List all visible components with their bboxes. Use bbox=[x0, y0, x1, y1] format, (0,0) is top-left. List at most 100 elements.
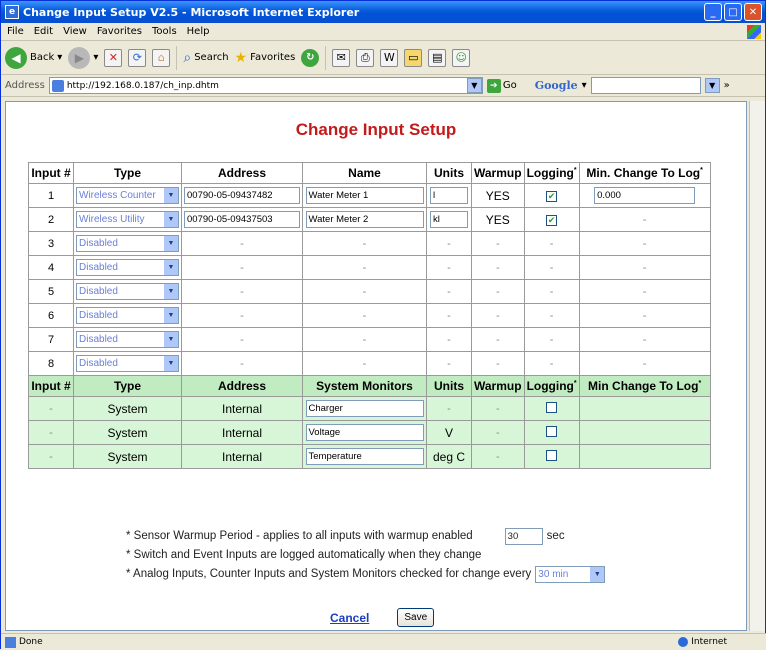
chevron-down-icon[interactable]: ▼ bbox=[466, 78, 482, 93]
min-change-cell bbox=[578, 420, 711, 445]
units-value: - bbox=[426, 396, 472, 421]
type-select-value: Wireless Counter bbox=[79, 190, 156, 201]
chevron-down-icon[interactable]: ▼ bbox=[704, 78, 720, 93]
min-change-value: - bbox=[578, 327, 711, 352]
min-change-cell bbox=[578, 444, 711, 469]
type-select[interactable]: Disabled ▼ bbox=[76, 235, 179, 252]
forward-arrow-icon: ▶ bbox=[68, 46, 91, 69]
type-select[interactable]: Disabled ▼ bbox=[76, 259, 179, 276]
go-label: Go bbox=[502, 80, 517, 91]
name-field[interactable]: Water Meter 1 bbox=[305, 187, 424, 204]
google-logo[interactable]: Google bbox=[535, 79, 578, 92]
min-change-value: - bbox=[578, 351, 711, 376]
minimize-button[interactable]: _ bbox=[704, 3, 722, 21]
folder-icon[interactable]: ▭ bbox=[404, 48, 423, 67]
ie-logo-icon: e bbox=[5, 5, 19, 19]
menu-file[interactable]: File bbox=[7, 26, 24, 37]
google-search-input[interactable] bbox=[590, 77, 701, 94]
stop-icon[interactable]: ✕ bbox=[104, 48, 123, 67]
table-row: 3 Disabled ▼ - - - - - - bbox=[28, 231, 711, 256]
type-select[interactable]: Wireless Utility ▼ bbox=[76, 211, 179, 228]
dropdown-arrow-icon[interactable]: ▾ bbox=[93, 52, 98, 63]
mail-icon[interactable]: ✉ bbox=[332, 48, 351, 67]
toolbar: ◀ Back ▾ ▶ ▾ ✕ ⟳ ⌂ ⌕ Search ★ Favorites ↻ ✉ ⎙… bbox=[1, 41, 765, 75]
type-select[interactable]: Wireless Counter ▼ bbox=[76, 187, 179, 204]
chevron-right-icon[interactable]: » bbox=[724, 80, 730, 91]
address-value: - bbox=[181, 255, 303, 280]
logging-checkbox[interactable] bbox=[546, 425, 558, 437]
units-value: - bbox=[426, 255, 472, 280]
menu-help[interactable]: Help bbox=[187, 26, 210, 37]
logging-checkbox[interactable]: ✔ bbox=[546, 214, 558, 226]
address-bar: Address http://192.168.0.187/ch_inp.dhtm… bbox=[1, 75, 765, 97]
input-num: 6 bbox=[28, 303, 74, 328]
edit-icon[interactable]: W bbox=[380, 48, 399, 67]
address-field[interactable]: 00790-05-09437503 bbox=[184, 211, 300, 228]
chevron-down-icon: ▼ bbox=[164, 236, 178, 251]
units-field[interactable]: kl bbox=[430, 211, 468, 228]
type-select[interactable]: Disabled ▼ bbox=[76, 283, 179, 300]
cancel-link[interactable]: Cancel bbox=[330, 611, 369, 625]
monitor-name-field[interactable]: Temperature bbox=[305, 448, 424, 465]
warmup-period-field[interactable]: 30 bbox=[504, 528, 543, 545]
chevron-down-icon: ▼ bbox=[164, 356, 178, 371]
messenger-icon[interactable]: ☺ bbox=[452, 48, 471, 67]
type-select-value: Disabled bbox=[79, 262, 118, 273]
logging-value: - bbox=[523, 303, 580, 328]
min-change-field[interactable]: 0.000 bbox=[594, 187, 696, 204]
vertical-scrollbar[interactable] bbox=[749, 101, 765, 631]
go-button[interactable]: ➔ Go bbox=[486, 78, 517, 93]
type-select[interactable]: Disabled ▼ bbox=[76, 331, 179, 348]
logging-checkbox[interactable] bbox=[546, 449, 558, 461]
chevron-down-icon[interactable]: ▾ bbox=[582, 80, 587, 91]
address-value: - bbox=[181, 327, 303, 352]
header-min-change-label: Min Change To Log bbox=[588, 379, 699, 393]
logging-value: - bbox=[523, 327, 580, 352]
input-num: 3 bbox=[28, 231, 74, 256]
menu-view[interactable]: View bbox=[63, 26, 87, 37]
print-icon[interactable]: ⎙ bbox=[356, 48, 375, 67]
menu-favorites[interactable]: Favorites bbox=[97, 26, 142, 37]
monitor-name-field[interactable]: Charger bbox=[305, 400, 424, 417]
input-num: - bbox=[28, 396, 74, 421]
units-field[interactable]: l bbox=[430, 187, 468, 204]
save-button[interactable]: Save bbox=[397, 608, 435, 627]
close-button[interactable]: ✕ bbox=[744, 3, 762, 21]
monitor-name-field[interactable]: Voltage bbox=[305, 424, 424, 441]
name-field[interactable]: Water Meter 2 bbox=[305, 211, 424, 228]
menu-edit[interactable]: Edit bbox=[34, 26, 53, 37]
search-button[interactable]: ⌕ Search bbox=[183, 50, 228, 66]
address-field[interactable]: 00790-05-09437482 bbox=[184, 187, 300, 204]
header-warmup: Warmup bbox=[471, 375, 525, 397]
name-value: - bbox=[302, 351, 427, 376]
header-logging: Logging* bbox=[523, 375, 580, 397]
address-input[interactable]: http://192.168.0.187/ch_inp.dhtm ▼ bbox=[48, 77, 483, 94]
system-row: - System Internal Charger - - bbox=[28, 396, 711, 421]
interval-select[interactable]: 30 min ▼ bbox=[535, 566, 606, 583]
logging-checkbox[interactable] bbox=[546, 401, 558, 413]
security-zone: Internet bbox=[678, 637, 727, 647]
search-icon: ⌕ bbox=[183, 49, 192, 66]
research-icon[interactable]: ▤ bbox=[428, 48, 447, 67]
type-select[interactable]: Disabled ▼ bbox=[76, 307, 179, 324]
forward-button[interactable]: ▶ ▾ bbox=[68, 46, 98, 69]
browser-window: e Change Input Setup V2.5 - Microsoft In… bbox=[0, 0, 766, 650]
dropdown-arrow-icon[interactable]: ▾ bbox=[57, 52, 62, 63]
logging-checkbox[interactable]: ✔ bbox=[546, 190, 558, 202]
header-min-change-label: Min. Change To Log bbox=[586, 166, 701, 180]
maximize-button[interactable]: □ bbox=[724, 3, 742, 21]
history-icon[interactable]: ↻ bbox=[301, 48, 320, 67]
type-select[interactable]: Disabled ▼ bbox=[76, 355, 179, 372]
min-change-value: - bbox=[578, 255, 711, 280]
type-value: System bbox=[73, 396, 182, 421]
favorites-button[interactable]: ★ Favorites bbox=[235, 50, 296, 66]
input-num: 7 bbox=[28, 327, 74, 352]
units-value: - bbox=[426, 351, 472, 376]
system-row: - System Internal Voltage V - bbox=[28, 420, 711, 445]
refresh-icon[interactable]: ⟳ bbox=[128, 48, 147, 67]
back-button[interactable]: ◀ Back ▾ bbox=[5, 46, 62, 69]
home-icon[interactable]: ⌂ bbox=[152, 48, 171, 67]
page-content: Change Input Setup Input # Type Address … bbox=[5, 101, 747, 631]
menu-tools[interactable]: Tools bbox=[152, 26, 177, 37]
header-address: Address bbox=[181, 162, 303, 184]
